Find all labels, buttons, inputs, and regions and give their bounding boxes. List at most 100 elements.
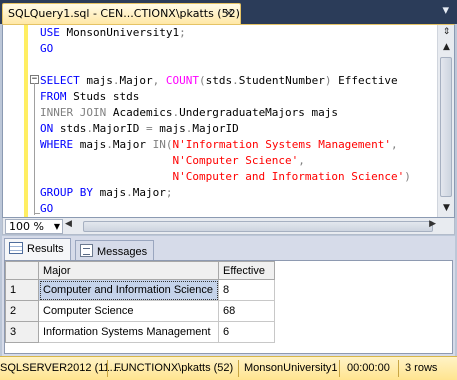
scroll-up-icon[interactable]: ▲: [439, 40, 454, 55]
code-token: MonsonUniversity1: [66, 26, 180, 39]
grid-icon: [9, 242, 23, 254]
code-token: Academics: [112, 106, 173, 119]
code-token: SELECT: [40, 74, 87, 87]
table-row[interactable]: 2 Computer Science 68: [5, 300, 275, 322]
code-line[interactable]: USE MonsonUniversity1;: [40, 25, 435, 41]
tab-messages[interactable]: Messages: [75, 240, 155, 260]
query-editor[interactable]: − USE MonsonUniversity1; GO SELECT majs.M…: [2, 24, 455, 218]
cell-effective[interactable]: 6: [218, 321, 275, 343]
code-token: ;: [179, 26, 186, 39]
row-number[interactable]: 3: [5, 321, 39, 343]
tab-results-label: Results: [27, 243, 64, 255]
scroll-left-icon[interactable]: ◀: [65, 219, 72, 229]
tab-messages-label: Messages: [97, 246, 148, 258]
code-token: MajorID: [93, 122, 146, 135]
code-token: USE: [40, 26, 67, 39]
vertical-scroll-thumb[interactable]: [440, 57, 452, 197]
code-line[interactable]: [40, 57, 435, 73]
status-user: FUNCTIONX\pkatts (52): [114, 362, 234, 374]
code-token: Major: [112, 138, 153, 151]
query-tab-title: SQLQuery1.sql - CEN...CTIONX\pkatts (52)…: [8, 7, 241, 20]
code-line[interactable]: N'Computer and Information Science'): [40, 169, 435, 185]
status-bar: SQLSERVER2012 (11.... FUNCTIONX\pkatts (…: [0, 356, 457, 380]
code-token: ON: [40, 122, 60, 135]
row-number[interactable]: 1: [5, 279, 39, 301]
scroll-down-icon[interactable]: ▼: [439, 201, 454, 216]
code-token: Effective: [338, 74, 398, 87]
row-number-header[interactable]: [5, 261, 39, 280]
scroll-right-icon[interactable]: ▶: [429, 219, 436, 229]
chevron-down-icon: ▼: [53, 222, 60, 231]
outline-guide: [34, 83, 35, 215]
status-server: SQLSERVER2012 (11....: [0, 362, 122, 374]
code-line[interactable]: N'Computer Science',: [40, 153, 435, 169]
code-token: N'Computer and Information Science': [172, 170, 405, 183]
code-token: .: [106, 138, 113, 151]
code-line[interactable]: INNER JOIN Academics.UndergraduateMajors…: [40, 105, 435, 121]
code-token: UndergraduateMajors majs: [179, 106, 339, 119]
code-token: ): [324, 74, 339, 87]
horizontal-scroll-thumb[interactable]: [83, 221, 433, 232]
status-separator: [398, 360, 399, 377]
table-row[interactable]: 1 Computer and Information Science 8: [5, 279, 275, 301]
code-line[interactable]: WHERE majs.Major IN(N'Information System…: [40, 137, 435, 153]
code-token: majs: [86, 74, 113, 87]
cell-major[interactable]: Computer and Information Science: [38, 279, 219, 301]
code-line[interactable]: GO: [40, 201, 435, 217]
code-token: ,: [152, 74, 166, 87]
zoom-select[interactable]: 100 % ▼: [5, 219, 63, 234]
messages-icon: [80, 244, 93, 257]
editor-vertical-scrollbar[interactable]: ⇕ ▲ ▼: [437, 25, 454, 217]
code-line[interactable]: GROUP BY majs.Major;: [40, 185, 435, 201]
code-token: .: [232, 74, 239, 87]
sql-code[interactable]: USE MonsonUniversity1; GO SELECT majs.Maj…: [40, 25, 435, 217]
table-row[interactable]: 3 Information Systems Management 6: [5, 321, 275, 343]
zoom-value: 100 %: [9, 220, 44, 233]
query-document-tab[interactable]: SQLQuery1.sql - CEN...CTIONX\pkatts (52)…: [2, 3, 241, 24]
status-separator: [238, 360, 239, 377]
column-header-major[interactable]: Major: [38, 261, 219, 280]
code-token: GO: [40, 42, 54, 55]
status-separator: [107, 360, 108, 377]
code-token: Major: [119, 74, 153, 87]
row-number[interactable]: 2: [5, 300, 39, 322]
results-tab-strip: Results Messages: [2, 238, 455, 260]
close-tab-icon[interactable]: ×: [224, 6, 234, 20]
document-tab-strip: SQLQuery1.sql - CEN...CTIONX\pkatts (52)…: [0, 0, 457, 24]
code-token: ): [404, 170, 411, 183]
status-database: MonsonUniversity1: [244, 362, 338, 374]
code-token: stds: [205, 74, 233, 87]
code-token: (: [165, 138, 173, 151]
code-token: .: [86, 122, 93, 135]
status-separator: [339, 360, 340, 377]
cell-effective[interactable]: 68: [218, 300, 275, 322]
code-line[interactable]: SELECT majs.Major, COUNT(stds.StudentNum…: [40, 73, 435, 89]
code-token: ,: [391, 138, 398, 151]
code-token: N'Information Systems Management': [172, 138, 392, 151]
code-token: .: [126, 186, 133, 199]
code-token: (: [198, 74, 206, 87]
code-token: Major: [132, 186, 166, 199]
results-grid[interactable]: Major Effective 1 Computer and Informati…: [4, 260, 453, 354]
column-header-effective[interactable]: Effective: [218, 261, 275, 280]
results-table: Major Effective 1 Computer and Informati…: [5, 261, 275, 343]
code-token: majs: [99, 186, 127, 199]
code-line[interactable]: GO: [40, 41, 435, 57]
code-line[interactable]: ON stds.MajorID = majs.MajorID: [40, 121, 435, 137]
cell-major[interactable]: Information Systems Management: [38, 321, 219, 343]
cell-major[interactable]: Computer Science: [38, 300, 219, 322]
window-menu-dropdown-icon[interactable]: ▾: [442, 3, 449, 18]
code-token: ;: [165, 186, 173, 199]
split-handle-icon[interactable]: ⇕: [439, 25, 454, 40]
tab-results[interactable]: Results: [4, 238, 71, 260]
code-token: GO: [40, 202, 54, 215]
code-token: =: [145, 122, 160, 135]
code-token: N'Computer Science': [172, 154, 299, 167]
cell-effective[interactable]: 8: [218, 279, 275, 301]
code-token: ,: [298, 154, 305, 167]
code-token: IN: [152, 138, 166, 151]
code-line[interactable]: FROM Studs stds: [40, 89, 435, 105]
status-rows: 3 rows: [405, 362, 438, 374]
code-token: WHERE: [40, 138, 80, 151]
